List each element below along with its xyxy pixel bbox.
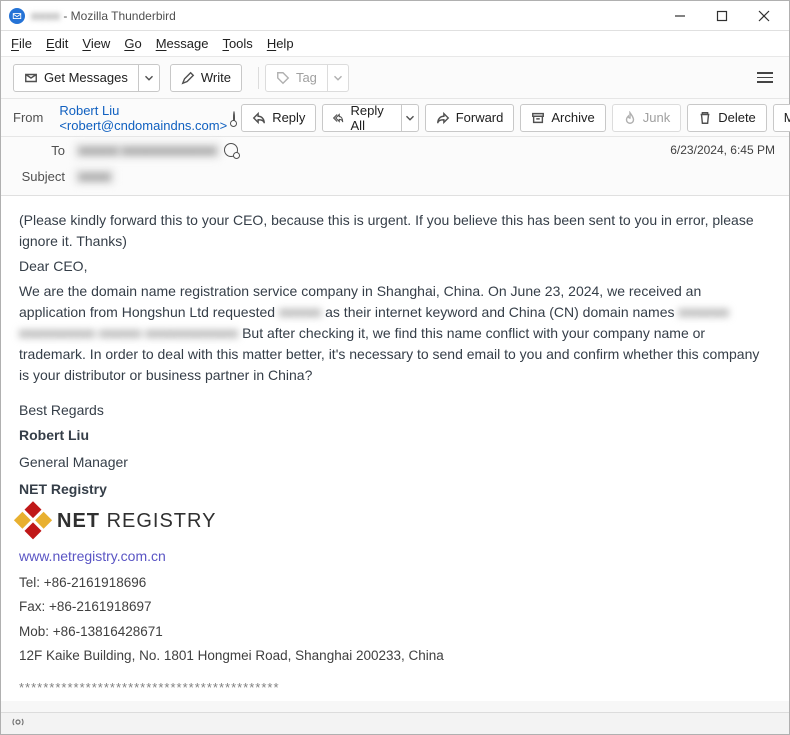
menu-message[interactable]: Message (156, 36, 209, 51)
to-value: ■■■■■ ■■■■■■■■■■■■ (75, 143, 670, 158)
body-closing: Best Regards (19, 400, 771, 421)
more-button[interactable]: More (773, 104, 790, 132)
reply-all-button[interactable]: Reply All (322, 104, 401, 132)
maximize-button[interactable] (701, 2, 743, 30)
pencil-icon (181, 71, 195, 85)
close-button[interactable] (743, 2, 785, 30)
menu-help[interactable]: Help (267, 36, 294, 51)
flame-icon (623, 111, 637, 125)
sig-company: NET Registry (19, 479, 771, 500)
tag-label: Tag (296, 70, 317, 85)
minimize-button[interactable] (659, 2, 701, 30)
net-registry-logo: NET REGISTRY (19, 506, 771, 536)
sig-name: Robert Liu (19, 425, 771, 446)
to-label: To (15, 143, 65, 158)
delete-button[interactable]: Delete (687, 104, 767, 132)
window-title: ■■■■ - Mozilla Thunderbird (31, 9, 176, 23)
forward-button[interactable]: Forward (425, 104, 515, 132)
download-icon (24, 71, 38, 85)
tag-button[interactable]: Tag (265, 64, 328, 92)
chevron-down-icon (331, 71, 345, 85)
forward-icon (436, 111, 450, 125)
contact-block: Tel: +86-2161918696 Fax: +86-2161918697 … (19, 573, 771, 666)
menubar: File Edit View Go Message Tools Help (1, 31, 789, 57)
chevron-down-icon (142, 71, 156, 85)
menu-view[interactable]: View (82, 36, 110, 51)
get-messages-label: Get Messages (44, 70, 128, 85)
from-label: From (13, 110, 43, 125)
toolbar-divider (258, 67, 259, 89)
sync-indicator-icon (11, 715, 25, 732)
archive-icon (531, 111, 545, 125)
get-messages-button[interactable]: Get Messages (13, 64, 139, 92)
app-icon (9, 8, 25, 24)
reply-all-dropdown[interactable] (401, 104, 419, 132)
app-menu-button[interactable] (753, 65, 777, 90)
from-value[interactable]: Robert Liu <robert@cndomaindns.com> (59, 103, 227, 133)
menu-edit[interactable]: Edit (46, 36, 68, 51)
contact-mob: Mob: +86-13816428671 (19, 622, 771, 642)
trash-icon (698, 111, 712, 125)
reply-icon (252, 111, 266, 125)
subject-value: ■■■■ (75, 169, 775, 184)
message-headers: To ■■■■■ ■■■■■■■■■■■■ 6/23/2024, 6:45 PM… (1, 137, 789, 196)
chevron-down-icon (403, 111, 417, 125)
sig-title: General Manager (19, 452, 771, 473)
message-actionbar: From Robert Liu <robert@cndomaindns.com>… (1, 99, 789, 137)
logo-mark (13, 501, 53, 541)
window-titlebar: ■■■■ - Mozilla Thunderbird (1, 1, 789, 31)
junk-button[interactable]: Junk (612, 104, 681, 132)
contact-fax: Fax: +86-2161918697 (19, 597, 771, 617)
write-label: Write (201, 70, 231, 85)
subject-label: Subject (15, 169, 65, 184)
message-date: 6/23/2024, 6:45 PM (670, 143, 775, 157)
tag-dropdown[interactable] (327, 64, 349, 92)
menu-file[interactable]: File (11, 36, 32, 51)
contact-address: 12F Kaike Building, No. 1801 Hongmei Roa… (19, 646, 771, 666)
presence-icon (233, 111, 235, 125)
menu-go[interactable]: Go (124, 36, 141, 51)
main-toolbar: Get Messages Write Tag (1, 57, 789, 99)
body-intro: (Please kindly forward this to your CEO,… (19, 210, 771, 252)
body-greeting: Dear CEO, (19, 256, 771, 277)
contact-tel: Tel: +86-2161918696 (19, 573, 771, 593)
menu-tools[interactable]: Tools (222, 36, 252, 51)
reply-button[interactable]: Reply (241, 104, 316, 132)
presence-icon (224, 143, 238, 157)
statusbar (1, 712, 789, 734)
reply-all-icon (333, 111, 344, 125)
get-messages-dropdown[interactable] (138, 64, 160, 92)
message-body: (Please kindly forward this to your CEO,… (1, 196, 789, 701)
write-button[interactable]: Write (170, 64, 242, 92)
archive-button[interactable]: Archive (520, 104, 605, 132)
body-main: We are the domain name registration serv… (19, 281, 771, 386)
separator-stars: ****************************************… (19, 678, 771, 698)
tag-icon (276, 71, 290, 85)
website-link[interactable]: www.netregistry.com.cn (19, 548, 166, 564)
